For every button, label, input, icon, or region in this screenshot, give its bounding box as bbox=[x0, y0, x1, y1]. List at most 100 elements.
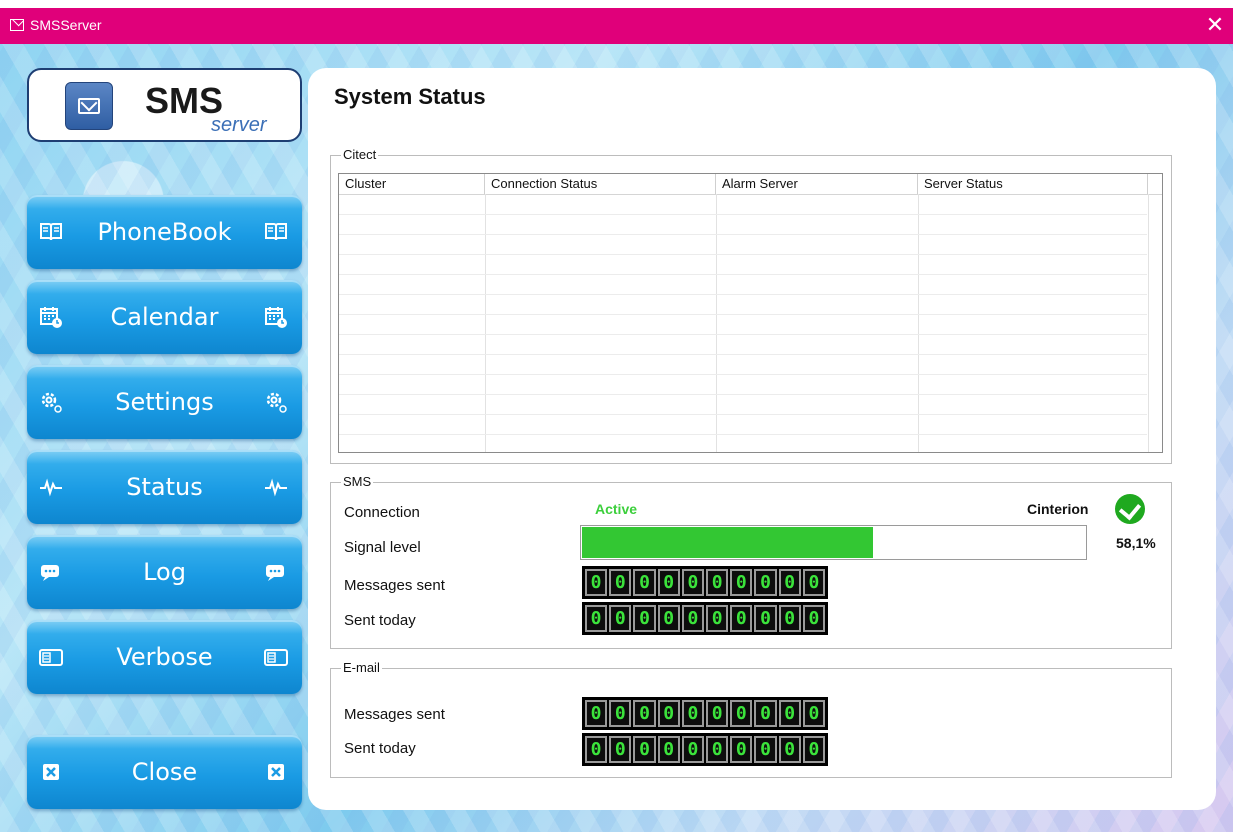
counter-digit: 0 bbox=[633, 700, 656, 727]
verbose-button[interactable]: Verbose bbox=[27, 620, 302, 694]
counter-digit: 0 bbox=[706, 605, 729, 632]
column-divider bbox=[1148, 194, 1149, 452]
signal-level-label: Signal level bbox=[344, 539, 421, 556]
log-button[interactable]: Log bbox=[27, 535, 302, 609]
counter-digit: 0 bbox=[802, 605, 826, 632]
counter-digit: 0 bbox=[681, 700, 705, 727]
counter-digit: 0 bbox=[633, 736, 656, 763]
counter-digit: 0 bbox=[754, 605, 777, 632]
sms-sent-today-counter: 0000000000 bbox=[582, 602, 828, 635]
table-row bbox=[339, 374, 1147, 375]
counter-digit: 0 bbox=[802, 700, 826, 727]
gear-icon bbox=[264, 390, 288, 414]
counter-digit: 0 bbox=[609, 700, 632, 727]
settings-label: Settings bbox=[115, 388, 214, 416]
status-label: Status bbox=[126, 473, 203, 501]
page-title: System Status bbox=[334, 84, 486, 109]
close-button[interactable]: Close bbox=[27, 735, 302, 809]
book-icon bbox=[264, 220, 288, 244]
counter-digit: 0 bbox=[730, 569, 753, 596]
title-bar: SMSServer ✕ bbox=[0, 8, 1233, 44]
column-header-connection-status[interactable]: Connection Status bbox=[485, 174, 716, 194]
phonebook-button[interactable]: PhoneBook bbox=[27, 195, 302, 269]
counter-digit: 0 bbox=[681, 569, 705, 596]
counter-digit: 0 bbox=[633, 605, 656, 632]
counter-digit: 0 bbox=[778, 736, 801, 763]
table-row bbox=[339, 314, 1147, 315]
column-header-cluster[interactable]: Cluster bbox=[339, 174, 485, 194]
column-header-server-status[interactable]: Server Status bbox=[918, 174, 1148, 194]
counter-digit: 0 bbox=[657, 569, 680, 596]
counter-digit: 0 bbox=[681, 736, 705, 763]
counter-digit: 0 bbox=[802, 736, 826, 763]
counter-digit: 0 bbox=[585, 605, 608, 632]
counter-digit: 0 bbox=[609, 569, 632, 596]
counter-digit: 0 bbox=[706, 569, 729, 596]
table-row bbox=[339, 354, 1147, 355]
table-row bbox=[339, 394, 1147, 395]
phonebook-label: PhoneBook bbox=[97, 218, 232, 246]
sms-group-label: SMS bbox=[341, 474, 374, 489]
calendar-button[interactable]: Calendar bbox=[27, 280, 302, 354]
counter-digit: 0 bbox=[754, 736, 777, 763]
email-sent-today-counter: 0000000000 bbox=[582, 733, 828, 766]
calendar-label: Calendar bbox=[110, 303, 219, 331]
pulse-icon bbox=[264, 475, 288, 499]
modem-name: Cinterion bbox=[1027, 501, 1089, 517]
counter-digit: 0 bbox=[754, 700, 777, 727]
counter-digit: 0 bbox=[585, 700, 608, 727]
window-title: SMSServer bbox=[30, 17, 102, 33]
table-row bbox=[339, 334, 1147, 335]
sms-messages-sent-counter: 0000000000 bbox=[582, 566, 828, 599]
counter-digit: 0 bbox=[802, 569, 826, 596]
envelope-icon bbox=[10, 19, 24, 31]
counter-digit: 0 bbox=[730, 736, 753, 763]
table-row bbox=[339, 274, 1147, 275]
connection-label: Connection bbox=[344, 504, 420, 521]
counter-digit: 0 bbox=[778, 605, 801, 632]
email-sent-today-label: Sent today bbox=[344, 740, 416, 757]
counter-digit: 0 bbox=[609, 736, 632, 763]
counter-digit: 0 bbox=[609, 605, 632, 632]
app-logo: SMS server bbox=[27, 68, 302, 142]
signal-level-bar bbox=[580, 525, 1087, 560]
window-close-button[interactable]: ✕ bbox=[1203, 13, 1227, 37]
counter-digit: 0 bbox=[585, 569, 608, 596]
sms-messages-sent-label: Messages sent bbox=[344, 577, 445, 594]
close-label: Close bbox=[131, 758, 198, 786]
table-row bbox=[339, 254, 1147, 255]
email-messages-sent-counter: 0000000000 bbox=[582, 697, 828, 730]
verbose-label: Verbose bbox=[116, 643, 213, 671]
counter-digit: 0 bbox=[706, 736, 729, 763]
logo-subtitle: server bbox=[211, 114, 267, 136]
table-row bbox=[339, 214, 1147, 215]
id-card-icon bbox=[264, 645, 288, 669]
table-row bbox=[339, 434, 1147, 435]
counter-digit: 0 bbox=[730, 605, 753, 632]
counter-digit: 0 bbox=[730, 700, 753, 727]
signal-percent: 58,1% bbox=[1116, 535, 1156, 551]
citect-table[interactable]: Cluster Connection Status Alarm Server S… bbox=[338, 173, 1163, 453]
table-row bbox=[339, 234, 1147, 235]
counter-digit: 0 bbox=[681, 605, 705, 632]
counter-digit: 0 bbox=[585, 736, 608, 763]
counter-digit: 0 bbox=[657, 605, 680, 632]
status-button[interactable]: Status bbox=[27, 450, 302, 524]
calendar-icon bbox=[264, 305, 288, 329]
table-header: Cluster Connection Status Alarm Server S… bbox=[339, 174, 1162, 195]
check-icon bbox=[1115, 494, 1145, 524]
envelope-icon bbox=[65, 82, 113, 130]
counter-digit: 0 bbox=[657, 736, 680, 763]
column-header-alarm-server[interactable]: Alarm Server bbox=[716, 174, 918, 194]
email-messages-sent-label: Messages sent bbox=[344, 706, 445, 723]
counter-digit: 0 bbox=[754, 569, 777, 596]
signal-level-fill bbox=[582, 527, 874, 558]
connection-status: Active bbox=[595, 501, 638, 517]
table-row bbox=[339, 294, 1147, 295]
table-row bbox=[339, 414, 1147, 415]
citect-group-label: Citect bbox=[341, 147, 379, 162]
sms-sent-today-label: Sent today bbox=[344, 612, 416, 629]
settings-button[interactable]: Settings bbox=[27, 365, 302, 439]
counter-digit: 0 bbox=[633, 569, 656, 596]
counter-digit: 0 bbox=[657, 700, 680, 727]
